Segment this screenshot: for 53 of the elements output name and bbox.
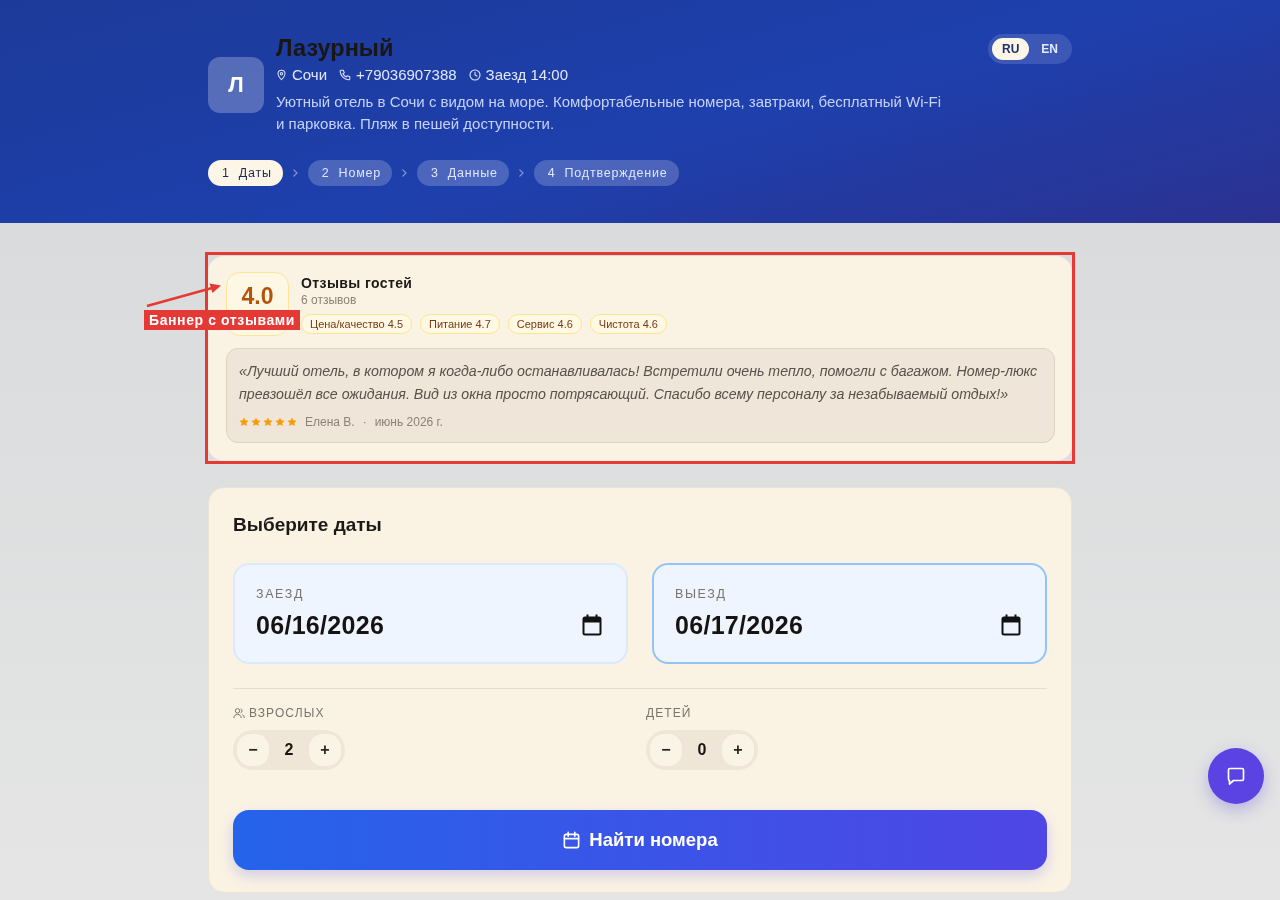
review-author: Елена В. — [305, 414, 355, 430]
meta-separator: · — [362, 414, 367, 430]
calendar-icon — [562, 830, 582, 850]
step-tab[interactable]: 1 Даты — [208, 160, 283, 186]
category-rating-chip: Сервис 4.6 — [507, 314, 582, 334]
category-rating-chip: Питание 4.7 — [420, 314, 500, 334]
checkin-time: Заезд 14:00 — [485, 65, 568, 85]
language-option[interactable]: EN — [1031, 38, 1068, 60]
chevron-icon — [516, 169, 526, 177]
reviews-title: Отзывы гостей — [301, 274, 413, 292]
star-icon — [251, 417, 261, 427]
pin-icon — [276, 69, 287, 81]
hotel-avatar: Л — [208, 56, 264, 113]
date-field[interactable]: ВЫЕЗД 06/17/2026 — [652, 563, 1047, 664]
phone-number: +79036907388 — [356, 65, 457, 85]
chat-icon — [1226, 766, 1246, 786]
decrement-button[interactable]: − — [650, 734, 682, 766]
clock-icon — [468, 69, 481, 81]
section-title: Выберите даты — [233, 513, 382, 537]
people-icon — [233, 707, 245, 719]
date-field[interactable]: ЗАЕЗД 06/16/2026 — [233, 563, 628, 664]
review-text: «Лучший отель, в котором я когда-либо останавливалась! Встретили очень тепло, помогли с багажом. Номер-люкс превзошёл все ожидания. Вид из окна просто потрясающий. Спасибо всему персоналу за незабываемый отдых!» — [239, 362, 1039, 404]
guest-label: ДЕТЕЙ — [646, 705, 692, 721]
calendar-icon[interactable] — [582, 614, 602, 636]
field-label: ВЫЕЗД — [675, 586, 727, 602]
step-tab[interactable]: 2 Номер — [307, 160, 393, 186]
annotation-label: Баннер с отзывами — [144, 310, 300, 330]
stepper-value: 0 — [696, 741, 708, 759]
reviews-count: 6 отзывов — [301, 292, 357, 308]
stepper-value: 2 — [283, 741, 295, 759]
field-label: ЗАЕЗД — [256, 586, 304, 602]
language-option[interactable]: RU — [992, 38, 1030, 60]
decrement-button[interactable]: − — [237, 734, 269, 766]
calendar-icon[interactable] — [1001, 614, 1021, 636]
chat-button[interactable] — [1208, 748, 1264, 804]
category-rating-chip: Цена/качество 4.5 — [301, 314, 412, 334]
find-rooms-button[interactable]: Найти номера — [233, 810, 1047, 870]
hotel-description: Уютный отель в Сочи с видом на море. Комфортабельные номера, завтраки, бесплатный Wi-Fi и парковка. Пляж в пешей доступности. — [276, 92, 943, 134]
hotel-name: Лазурный — [276, 34, 394, 62]
review-date: июнь 2026 г. — [374, 414, 443, 430]
category-rating-chip: Чистота 4.6 — [589, 314, 667, 334]
star-icon — [275, 417, 285, 427]
step-tab[interactable]: 3 Данные — [417, 160, 509, 186]
increment-button[interactable]: + — [309, 734, 341, 766]
increment-button[interactable]: + — [722, 734, 754, 766]
guest-label: ВЗРОСЛЫХ — [249, 705, 325, 721]
star-icon — [287, 417, 297, 427]
chevron-icon — [290, 169, 300, 177]
city-label: Сочи — [292, 65, 328, 85]
step-tab[interactable]: 4 Подтверждение — [533, 160, 679, 186]
star-icon — [239, 417, 249, 427]
phone-icon — [339, 69, 352, 81]
star-icon — [263, 417, 273, 427]
